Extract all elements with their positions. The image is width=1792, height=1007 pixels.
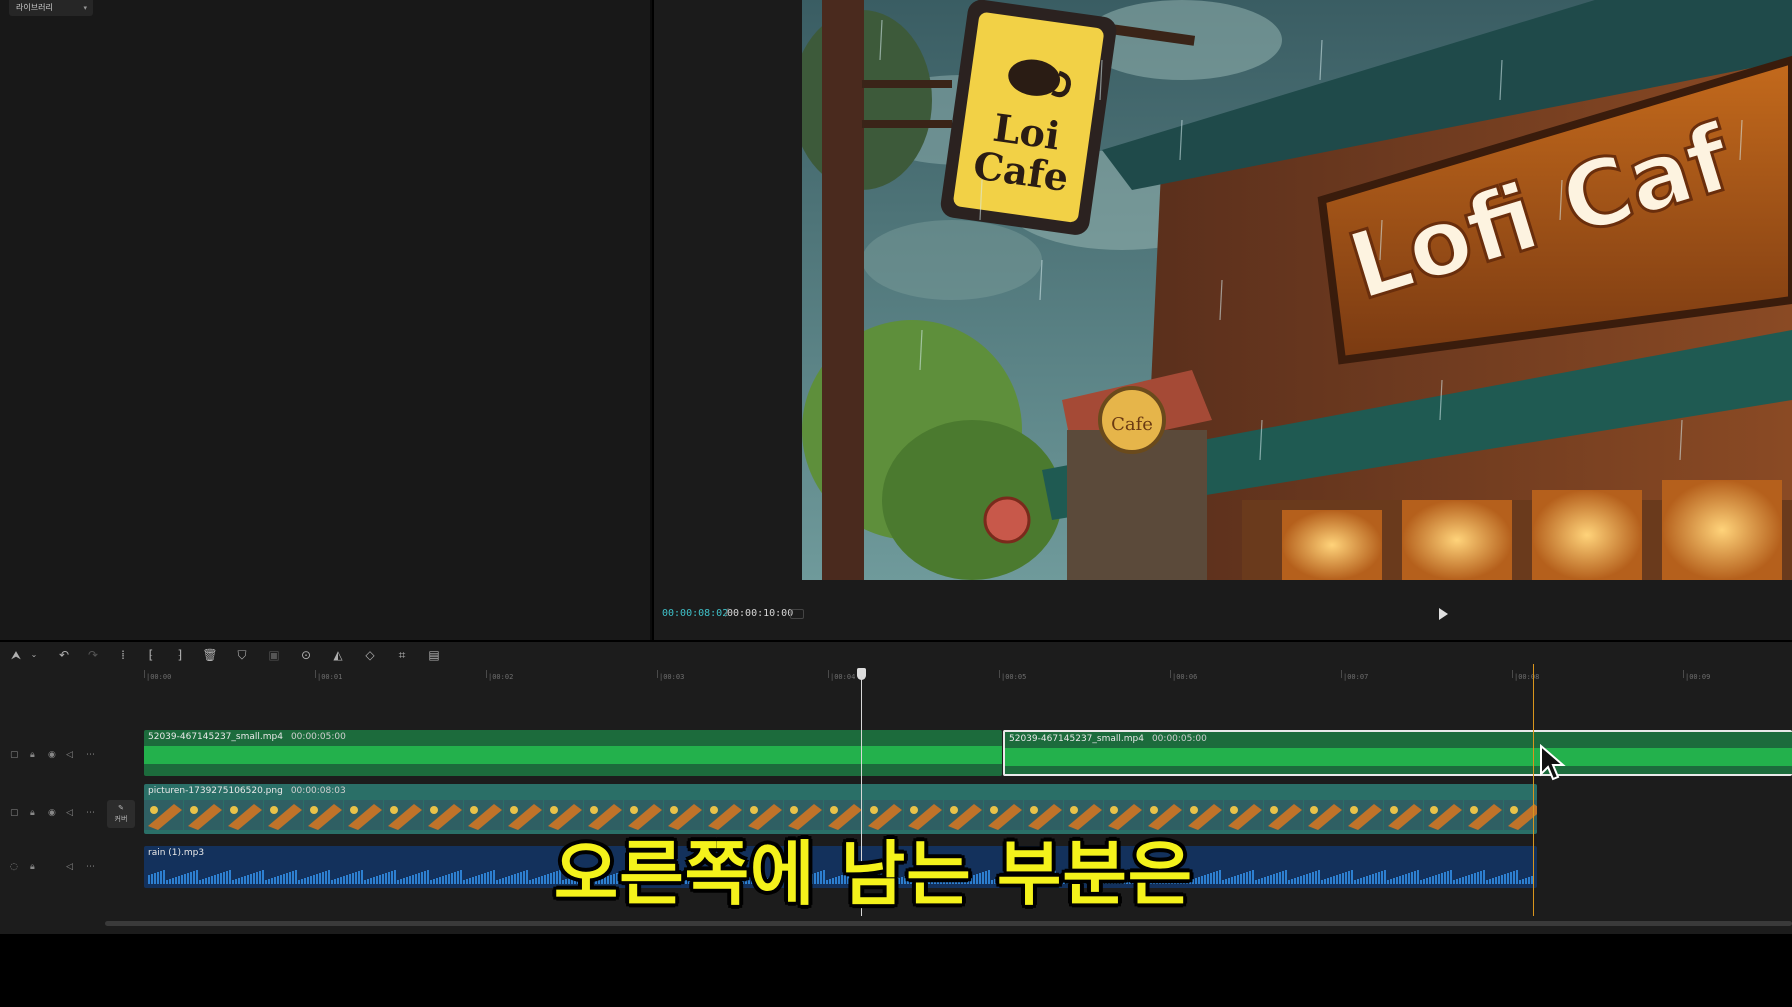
ruler-tick bbox=[486, 670, 487, 678]
current-time: 00:00:08:02 bbox=[662, 608, 729, 619]
chevron-down-icon[interactable]: ⌄ bbox=[26, 647, 42, 663]
time-ruler[interactable]: |00:00 |00:01 |00:02 |00:03 |00:04 |00:05 |00:… bbox=[0, 670, 1792, 692]
ruler-tick bbox=[144, 670, 145, 678]
timeline-toolbar: ⮝ ⌄ ↶ ↷ ⁞ ⁅ ⁆ 🗑 ⛉ ▣ ⊙ ◭ ◇ ⌗ ▤ bbox=[0, 642, 1792, 668]
video-clip-b[interactable]: 52039-467145237_small.mp4 00:00:05:00 bbox=[1003, 730, 1792, 776]
ruler-label: |00:02 bbox=[488, 673, 514, 681]
split-right-icon[interactable]: ⁆ bbox=[172, 647, 188, 663]
video-clip-a[interactable]: 52039-467145237_small.mp4 00:00:05:00 bbox=[144, 730, 1002, 776]
safe-area-icon[interactable] bbox=[790, 609, 804, 619]
ruler-label: |00:09 bbox=[1685, 673, 1711, 681]
chevron-down-icon: ▾ bbox=[83, 4, 87, 12]
library-tab-label: 라이브러리 bbox=[16, 3, 53, 12]
clip-duration: 00:00:05:00 bbox=[290, 732, 346, 742]
ruler-tick bbox=[1512, 670, 1513, 678]
split-icon[interactable]: ⁞ bbox=[115, 647, 131, 663]
ruler-label: |00:08 bbox=[1514, 673, 1540, 681]
player-panel: Loi Cafe Lofi Caf Cafe 00:00:08:02 / 00:… bbox=[654, 0, 1792, 640]
ruler-label: |00:04 bbox=[830, 673, 856, 681]
ruler-tick bbox=[1683, 670, 1684, 678]
more-icon[interactable]: ⋯ bbox=[86, 749, 95, 761]
reverse-icon[interactable]: ⊙ bbox=[298, 647, 314, 663]
clip-duration: 00:00:05:00 bbox=[1151, 734, 1207, 744]
undo-icon[interactable]: ↶ bbox=[56, 647, 72, 663]
delete-icon[interactable]: 🗑 bbox=[202, 647, 218, 663]
waveform bbox=[144, 746, 1002, 764]
ruler-label: |00:03 bbox=[659, 673, 685, 681]
ruler-label: |00:05 bbox=[1001, 673, 1027, 681]
total-time: 00:00:10:00 bbox=[727, 608, 794, 619]
select-arrow-icon[interactable]: ⮝ bbox=[8, 647, 24, 663]
track-toggle-icon[interactable]: ▢ bbox=[10, 749, 19, 761]
rotate-icon[interactable]: ◇ bbox=[362, 647, 378, 663]
waveform bbox=[1005, 748, 1792, 766]
ruler-tick bbox=[1341, 670, 1342, 678]
small-sign-text: Cafe bbox=[1111, 414, 1153, 435]
ruler-tick bbox=[828, 670, 829, 678]
player-controls: 00:00:08:02 / 00:00:10:00 bbox=[654, 600, 1792, 630]
split-left-icon[interactable]: ⁅ bbox=[143, 647, 159, 663]
eye-icon[interactable]: ◉ bbox=[48, 749, 56, 761]
ruler-tick bbox=[999, 670, 1000, 678]
library-tab[interactable]: 라이브러리 ▾ bbox=[9, 0, 93, 16]
mouse-cursor-icon bbox=[1540, 744, 1566, 781]
mark-icon[interactable]: ⛉ bbox=[234, 647, 250, 663]
crop-icon[interactable]: ⌗ bbox=[394, 647, 410, 663]
mirror-icon[interactable]: ◭ bbox=[330, 647, 346, 663]
preview-frame-image: Loi Cafe Lofi Caf Cafe bbox=[802, 0, 1792, 580]
fit-icon[interactable]: ▤ bbox=[426, 647, 442, 663]
redo-icon[interactable]: ↷ bbox=[85, 647, 101, 663]
ruler-tick bbox=[657, 670, 658, 678]
edit-icon: ✎ bbox=[118, 804, 124, 812]
clip-name: picturen-1739275106520.png bbox=[148, 786, 283, 796]
ruler-tick bbox=[1170, 670, 1171, 678]
horizontal-scrollbar[interactable] bbox=[105, 921, 1792, 926]
ruler-label: |00:00 bbox=[146, 673, 172, 681]
lock-icon[interactable]: 🔒︎ bbox=[30, 749, 35, 761]
clip-name: 52039-467145237_small.mp4 bbox=[1009, 734, 1144, 744]
volume-icon[interactable]: ◁ bbox=[66, 749, 73, 761]
ruler-tick bbox=[315, 670, 316, 678]
play-icon[interactable] bbox=[1439, 608, 1448, 620]
freeze-icon[interactable]: ▣ bbox=[266, 647, 282, 663]
ruler-label: |00:06 bbox=[1172, 673, 1198, 681]
video-preview: Loi Cafe Lofi Caf Cafe bbox=[802, 0, 1792, 580]
clip-name: 52039-467145237_small.mp4 bbox=[148, 732, 283, 742]
subtitle-caption: 오른쪽에 남는 부분은 bbox=[553, 833, 1194, 915]
clip-duration: 00:00:08:03 bbox=[290, 786, 346, 796]
ruler-label: |00:07 bbox=[1343, 673, 1369, 681]
library-panel: 라이브러리 ▾ bbox=[0, 0, 652, 640]
ruler-label: |00:01 bbox=[317, 673, 343, 681]
